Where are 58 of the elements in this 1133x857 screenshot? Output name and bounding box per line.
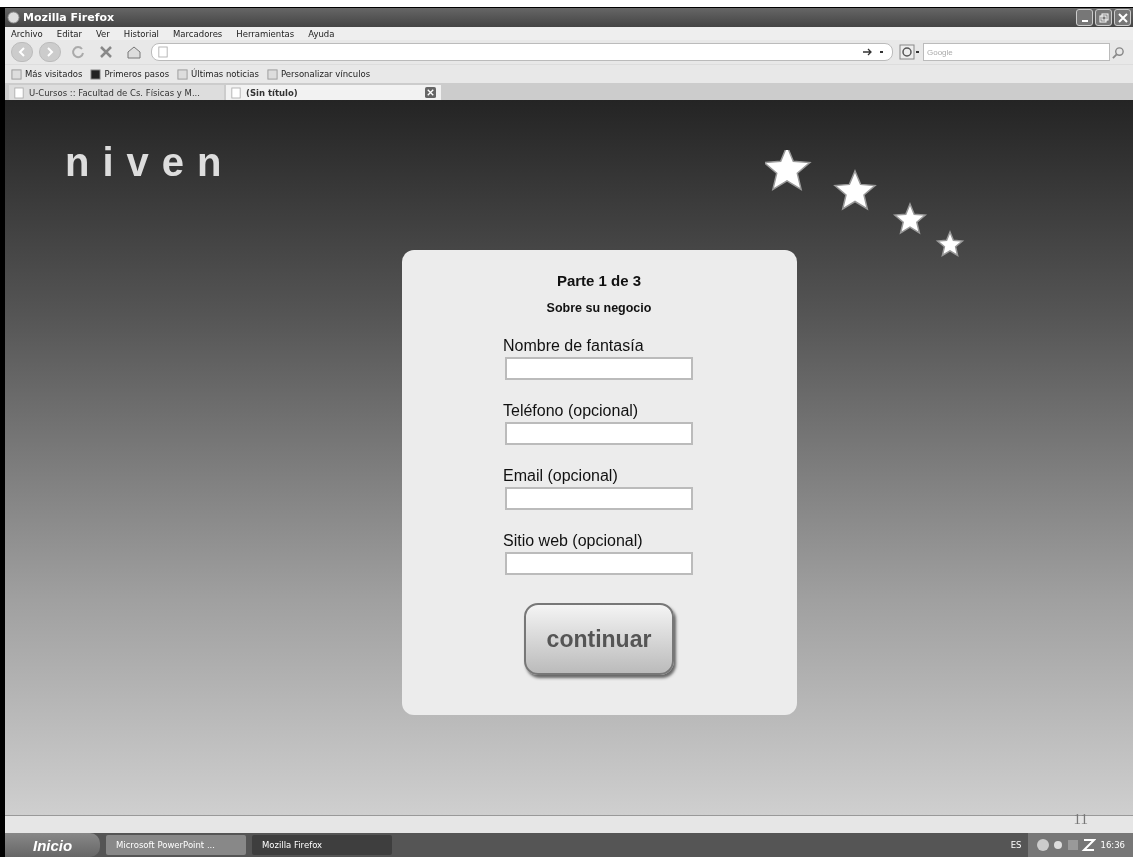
- close-icon: [1116, 11, 1129, 24]
- clock: 16:36: [1100, 840, 1125, 850]
- taskbar-button[interactable]: Mozilla Firefox: [252, 835, 392, 855]
- page-icon: [14, 86, 24, 99]
- search-engine-icon[interactable]: [899, 44, 921, 60]
- menu-item[interactable]: Archivo: [11, 28, 43, 39]
- browser-tab[interactable]: U-Cursos :: Facultad de Cs. Físicas y M...: [9, 85, 224, 100]
- search-icon[interactable]: [1112, 45, 1125, 59]
- close-button[interactable]: [1114, 9, 1131, 26]
- window-title: Mozilla Firefox: [23, 11, 115, 24]
- bookmark-link[interactable]: Personalizar vínculos: [266, 68, 371, 80]
- search-field[interactable]: Google: [923, 43, 1110, 61]
- input-field[interactable]: [505, 357, 693, 380]
- minimize-button[interactable]: [1076, 9, 1093, 26]
- tray-icons[interactable]: [1035, 838, 1096, 852]
- taskbar-button[interactable]: Microsoft PowerPoint ...: [106, 835, 246, 855]
- menu-item[interactable]: Historial: [123, 28, 159, 39]
- field-label: Sitio web (opcional): [503, 532, 644, 550]
- bookmark-dark-icon: [90, 68, 102, 80]
- bookmark-icon: [266, 68, 278, 80]
- logo: niven: [65, 140, 235, 185]
- language-indicator: ES: [1010, 840, 1022, 850]
- field-label: Email (opcional): [503, 467, 619, 485]
- menu-item[interactable]: Marcadores: [173, 28, 223, 39]
- slide-number: 11: [1073, 811, 1088, 828]
- home-icon[interactable]: [126, 44, 142, 60]
- continue-button[interactable]: continuar: [524, 603, 674, 675]
- bookmark-link[interactable]: Más visitados: [11, 68, 83, 80]
- menu-item[interactable]: Editar: [56, 28, 82, 39]
- restore-icon: [1097, 11, 1110, 24]
- menu-item[interactable]: Ayuda: [308, 28, 335, 39]
- browser-tab[interactable]: (Sin título): [226, 85, 441, 100]
- bookmark-icon: [11, 68, 22, 80]
- form-heading: Parte 1 de 3: [556, 272, 642, 289]
- menu-item[interactable]: Ver: [95, 28, 110, 39]
- page-icon: [158, 46, 168, 58]
- stop-icon[interactable]: [98, 44, 114, 60]
- back-button[interactable]: [11, 42, 33, 62]
- input-field[interactable]: [505, 487, 693, 510]
- form-subheading: Sobre su negocio: [546, 301, 652, 315]
- reload-icon[interactable]: [70, 44, 86, 60]
- address-field[interactable]: [151, 43, 893, 61]
- close-tab-icon[interactable]: [425, 87, 436, 98]
- input-field[interactable]: [505, 552, 693, 575]
- bookmark-icon: [177, 68, 189, 80]
- start-button[interactable]: Inicio: [5, 833, 100, 857]
- minimize-icon: [1081, 20, 1088, 22]
- menu-item[interactable]: Herramientas: [236, 28, 295, 39]
- bookmark-link[interactable]: Últimas noticias: [177, 68, 259, 80]
- bookmark-link[interactable]: Primeros pasos: [90, 68, 170, 80]
- field-label: Teléfono (opcional): [503, 402, 640, 420]
- page-icon: [231, 86, 241, 99]
- globe-icon: [7, 11, 20, 24]
- restore-button[interactable]: [1095, 9, 1112, 26]
- go-arrow-icon[interactable]: [862, 47, 886, 57]
- forward-button[interactable]: [39, 42, 61, 62]
- input-field[interactable]: [505, 422, 693, 445]
- field-label: Nombre de fantasía: [503, 337, 645, 355]
